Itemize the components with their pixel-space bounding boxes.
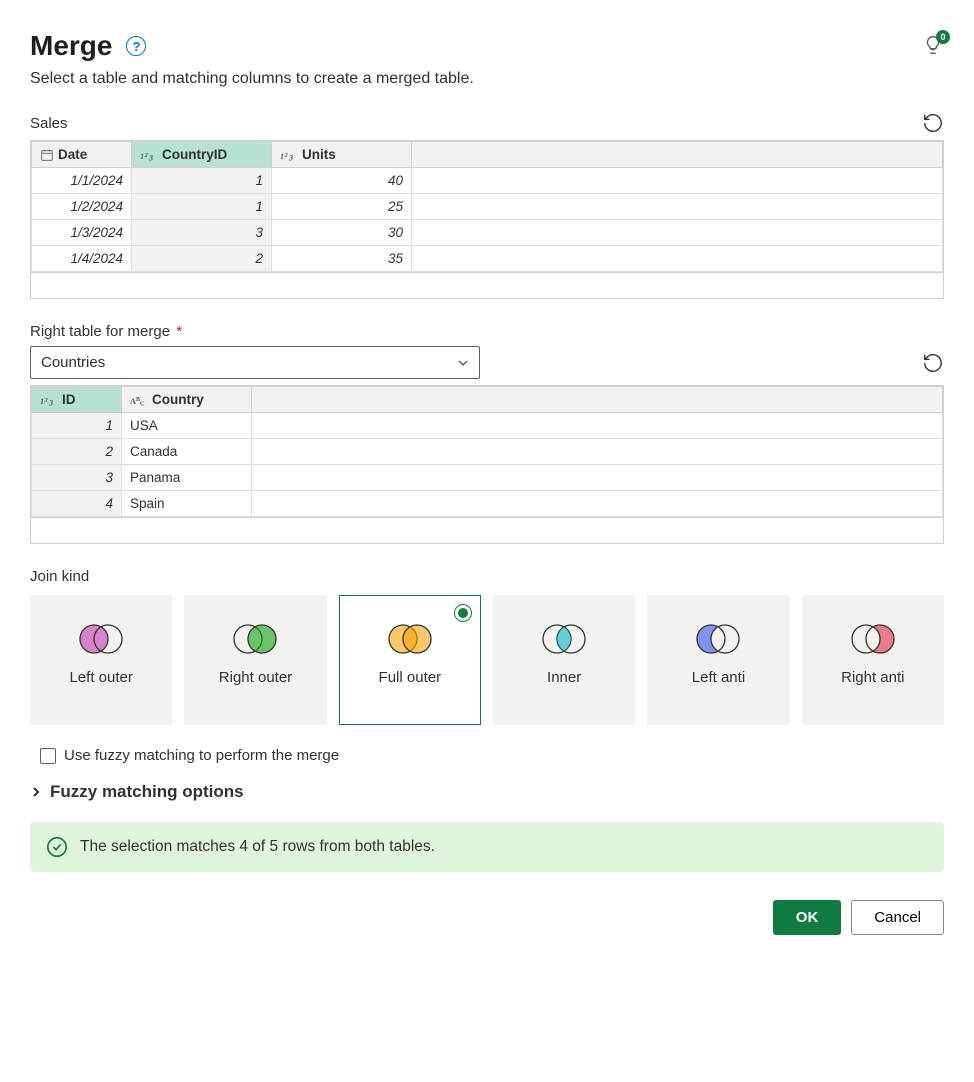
right-table[interactable]: 123 ID ABC Country 1USA2Canada3Panama4Sp… [30, 385, 944, 544]
number-type-icon: 123 [140, 150, 158, 162]
fuzzy-options-expander[interactable]: Fuzzy matching options [30, 782, 944, 802]
lightbulb-icon[interactable]: 0 [922, 34, 944, 59]
help-icon[interactable]: ? [126, 36, 146, 56]
radio-selected-icon [454, 604, 472, 622]
table-row[interactable]: 1/3/2024330 [32, 220, 943, 246]
table-row[interactable]: 1/4/2024235 [32, 246, 943, 272]
right-table-label: Right table for merge [30, 323, 170, 340]
join-kind-inner[interactable]: Inner [493, 595, 635, 725]
join-kind-label: Join kind [30, 568, 944, 585]
chevron-down-icon [457, 357, 469, 369]
table-row[interactable]: 1/2/2024125 [32, 194, 943, 220]
svg-text:2: 2 [44, 397, 49, 404]
join-kind-full-outer[interactable]: Full outer [339, 595, 481, 725]
venn-icon [230, 622, 280, 656]
venn-icon [539, 622, 589, 656]
table-row[interactable]: 3Panama [32, 465, 943, 491]
status-message: The selection matches 4 of 5 rows from b… [30, 822, 944, 872]
column-header-country[interactable]: ABC Country [122, 387, 252, 413]
date-type-icon [40, 148, 54, 162]
table-row[interactable]: 2Canada [32, 439, 943, 465]
ok-button[interactable]: OK [773, 900, 842, 935]
column-header-countryid[interactable]: 123 CountryID [132, 142, 272, 168]
required-asterisk: * [172, 323, 182, 340]
svg-text:3: 3 [48, 398, 53, 407]
column-header-date[interactable]: Date [32, 142, 132, 168]
left-table-label: Sales [30, 115, 68, 132]
svg-text:1: 1 [280, 152, 284, 161]
svg-text:A: A [130, 397, 136, 406]
check-circle-icon [46, 836, 68, 858]
cancel-button[interactable]: Cancel [851, 900, 944, 935]
fuzzy-matching-checkbox[interactable] [40, 748, 56, 764]
join-kind-right-anti[interactable]: Right anti [802, 595, 944, 725]
venn-icon [693, 622, 743, 656]
column-header-id[interactable]: 123 ID [32, 387, 122, 413]
svg-text:1: 1 [40, 397, 44, 406]
svg-text:3: 3 [148, 153, 153, 162]
venn-icon [385, 622, 435, 656]
svg-text:1: 1 [140, 152, 144, 161]
number-type-icon: 123 [280, 150, 298, 162]
column-header-units[interactable]: 123 Units [272, 142, 412, 168]
text-type-icon: ABC [130, 395, 148, 407]
svg-text:2: 2 [144, 151, 149, 158]
table-row[interactable]: 4Spain [32, 491, 943, 517]
join-kind-left-outer[interactable]: Left outer [30, 595, 172, 725]
table-row[interactable]: 1USA [32, 413, 943, 439]
chevron-right-icon [30, 786, 42, 798]
venn-icon [848, 622, 898, 656]
venn-icon [76, 622, 126, 656]
svg-text:C: C [140, 400, 145, 407]
join-kind-left-anti[interactable]: Left anti [647, 595, 789, 725]
dialog-subtitle: Select a table and matching columns to c… [30, 70, 944, 88]
number-type-icon: 123 [40, 395, 58, 407]
svg-text:2: 2 [284, 151, 289, 158]
dialog-title: Merge [30, 30, 112, 62]
refresh-icon[interactable] [922, 112, 944, 134]
left-table[interactable]: Date 123 CountryID 123 Units 1/1/2024140… [30, 140, 944, 299]
refresh-icon[interactable] [922, 352, 944, 374]
lightbulb-badge: 0 [936, 30, 950, 44]
table-row[interactable]: 1/1/2024140 [32, 168, 943, 194]
svg-text:3: 3 [288, 153, 293, 162]
join-kind-right-outer[interactable]: Right outer [184, 595, 326, 725]
fuzzy-matching-label: Use fuzzy matching to perform the merge [64, 747, 339, 764]
right-table-dropdown[interactable]: Countries [30, 346, 480, 379]
